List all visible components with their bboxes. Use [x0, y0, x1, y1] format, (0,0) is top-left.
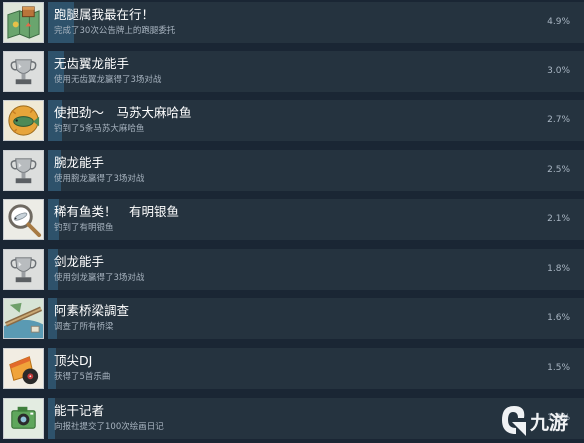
unlock-percent: 2.5%: [547, 165, 570, 175]
achievement-row[interactable]: 稀有鱼类！ 有明银鱼 钓到了有明银鱼 2.1%: [0, 197, 584, 242]
achievement-title: 使把劲～ 马苏大麻哈鱼: [54, 105, 192, 120]
unlock-percent: 3.0%: [547, 66, 570, 76]
unlock-percent: 4.9%: [547, 17, 570, 27]
achievement-progress-bar: 阿素桥梁調查 调查了所有桥梁 1.6%: [48, 298, 584, 339]
achievement-title: 顶尖DJ: [54, 353, 93, 368]
achievement-title: 剑龙能手: [54, 254, 105, 269]
achievement-row[interactable]: 阿素桥梁調查 调查了所有桥梁 1.6%: [0, 296, 584, 341]
unlock-percent: 2.1%: [547, 214, 570, 224]
achievement-row[interactable]: 腕龙能手 使用腕龙赢得了3场对战 2.5%: [0, 148, 584, 193]
achievement-progress-bar: 使把劲～ 马苏大麻哈鱼 钓到了5条马苏大麻哈鱼 2.7%: [48, 100, 584, 141]
unlock-percent: 1.3%: [547, 413, 570, 423]
achievement-progress-bar: 顶尖DJ 获得了5首乐曲 1.5%: [48, 348, 584, 389]
achievement-description: 获得了5首乐曲: [54, 372, 111, 382]
achievement-title: 跑腿属我最在行！: [54, 7, 155, 22]
achievement-progress-bar: 稀有鱼类！ 有明银鱼 钓到了有明银鱼 2.1%: [48, 199, 584, 240]
achievement-progress-bar: 剑龙能手 使用剑龙赢得了3场对战 1.8%: [48, 249, 584, 290]
map-treasure-icon: [3, 2, 44, 43]
achievement-description: 调查了所有桥梁: [54, 322, 114, 332]
achievement-description: 使用剑龙赢得了3场对战: [54, 273, 145, 283]
bridge-map-icon: [3, 298, 44, 339]
trophy-icon: [3, 51, 44, 92]
achievement-description: 使用无齿翼龙赢得了3场对战: [54, 75, 162, 85]
achievement-progress-bar: 跑腿属我最在行！ 完成了30次公告牌上的跑腿委托 4.9%: [48, 2, 584, 43]
achievement-row[interactable]: 使把劲～ 马苏大麻哈鱼 钓到了5条马苏大麻哈鱼 2.7%: [0, 98, 584, 143]
achievement-progress-bar: 能干记者 向报社提交了100次绘画日记 1.3%: [48, 398, 584, 439]
camera-reporter-icon: [3, 398, 44, 439]
dj-record-icon: [3, 348, 44, 389]
achievement-progress-bar: 无齿翼龙能手 使用无齿翼龙赢得了3场对战 3.0%: [48, 51, 584, 92]
achievement-row[interactable]: 剑龙能手 使用剑龙赢得了3场对战 1.8%: [0, 247, 584, 292]
unlock-percent: 1.6%: [547, 313, 570, 323]
achievement-title: 腕龙能手: [54, 155, 105, 170]
achievement-progress-bar: 腕龙能手 使用腕龙赢得了3场对战 2.5%: [48, 150, 584, 191]
trophy-icon: [3, 249, 44, 290]
achievement-description: 使用腕龙赢得了3场对战: [54, 174, 145, 184]
magnifier-fish-icon: [3, 199, 44, 240]
achievement-description: 钓到了有明银鱼: [54, 223, 114, 233]
achievement-list: 跑腿属我最在行！ 完成了30次公告牌上的跑腿委托 4.9% 无齿翼龙能手 使用无…: [0, 0, 584, 443]
achievement-row[interactable]: 跑腿属我最在行！ 完成了30次公告牌上的跑腿委托 4.9%: [0, 0, 584, 45]
achievement-row[interactable]: 无齿翼龙能手 使用无齿翼龙赢得了3场对战 3.0%: [0, 49, 584, 94]
achievement-title: 阿素桥梁調查: [54, 303, 130, 318]
achievement-description: 向报社提交了100次绘画日记: [54, 422, 164, 432]
achievement-title: 无齿翼龙能手: [54, 56, 130, 71]
fish-icon: [3, 100, 44, 141]
achievement-row[interactable]: 顶尖DJ 获得了5首乐曲 1.5%: [0, 346, 584, 391]
achievement-title: 稀有鱼类！ 有明银鱼: [54, 204, 180, 219]
unlock-percent: 2.7%: [547, 115, 570, 125]
achievement-title: 能干记者: [54, 403, 105, 418]
achievement-description: 钓到了5条马苏大麻哈鱼: [54, 124, 145, 134]
achievement-description: 完成了30次公告牌上的跑腿委托: [54, 26, 176, 36]
trophy-icon: [3, 150, 44, 191]
unlock-percent: 1.8%: [547, 264, 570, 274]
unlock-percent: 1.5%: [547, 363, 570, 373]
achievement-row[interactable]: 能干记者 向报社提交了100次绘画日记 1.3%: [0, 396, 584, 441]
